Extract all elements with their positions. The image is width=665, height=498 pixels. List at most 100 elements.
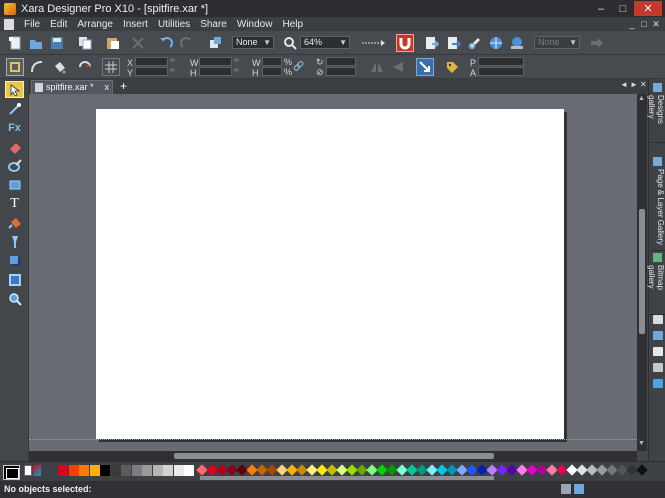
import-icon[interactable] — [423, 34, 441, 52]
horizontal-scroll-thumb[interactable] — [174, 453, 494, 459]
feather-select[interactable]: None ▼ — [232, 36, 274, 49]
menu-edit[interactable]: Edit — [45, 19, 72, 30]
height-field[interactable] — [199, 67, 232, 76]
eraser-tool-icon[interactable] — [5, 138, 24, 155]
y-position-field[interactable] — [135, 67, 168, 76]
status-view-icon[interactable] — [561, 484, 571, 494]
width-percent-field[interactable] — [262, 57, 282, 66]
scale-line-widths-icon[interactable] — [416, 58, 434, 76]
transform-icon[interactable] — [206, 34, 224, 52]
menu-file[interactable]: File — [19, 19, 45, 30]
paste-icon[interactable] — [104, 34, 122, 52]
vertical-scrollbar[interactable]: ▲ ▼ — [637, 94, 647, 451]
text-tool-icon[interactable]: T — [5, 195, 24, 212]
color-swatch[interactable] — [173, 465, 184, 476]
zoom-icon[interactable] — [281, 34, 299, 52]
tag-icon[interactable] — [443, 58, 461, 76]
save-icon[interactable] — [48, 34, 66, 52]
scroll-down-icon[interactable]: ▼ — [638, 440, 645, 447]
open-folder-icon[interactable] — [27, 34, 45, 52]
doc-close-button[interactable]: ✕ — [651, 19, 661, 29]
tab-spitfire[interactable]: spitfire.xar * x — [31, 80, 113, 94]
color-swatch[interactable] — [58, 465, 68, 476]
font-gallery-icon[interactable] — [653, 347, 663, 356]
x-stepper-icon[interactable]: ‹› — [170, 57, 175, 64]
color-swatch[interactable] — [142, 465, 152, 476]
selector-tool-icon[interactable] — [5, 81, 24, 98]
close-button[interactable]: ✕ — [634, 1, 662, 16]
bevel-tool-icon[interactable] — [5, 271, 24, 288]
color-swatch[interactable] — [89, 465, 100, 476]
skew-field[interactable] — [326, 67, 356, 76]
export-icon[interactable] — [445, 34, 463, 52]
status-snap-icon[interactable] — [574, 484, 584, 494]
fill-tool-icon[interactable] — [5, 214, 24, 231]
zoom-select[interactable]: 64% ▼ — [300, 36, 350, 49]
flip-icon[interactable] — [76, 58, 94, 76]
y-stepper-icon[interactable]: ‹› — [170, 67, 175, 74]
redo-icon[interactable] — [178, 34, 196, 52]
copy-icon[interactable] — [76, 34, 94, 52]
palette-scrollbar[interactable] — [200, 476, 494, 480]
color-swatch[interactable] — [636, 464, 648, 476]
color-swatch[interactable] — [79, 465, 89, 476]
doc-restore-button[interactable]: □ — [639, 19, 649, 29]
menu-insert[interactable]: Insert — [118, 19, 153, 30]
color-swatch[interactable] — [152, 465, 163, 476]
color-picker-icon[interactable] — [24, 465, 32, 476]
line-width-icon[interactable] — [360, 34, 388, 52]
menu-arrange[interactable]: Arrange — [72, 19, 118, 30]
scroll-up-icon[interactable]: ▲ — [638, 95, 645, 102]
lock-aspect-icon[interactable]: 🔗 — [293, 59, 304, 73]
frame-gallery-icon[interactable] — [653, 363, 663, 372]
color-swatch[interactable] — [110, 465, 121, 476]
line-gallery-icon[interactable] — [653, 315, 663, 324]
color-gallery-icon[interactable] — [653, 379, 663, 388]
snap-magnet-icon[interactable] — [396, 34, 414, 52]
position-name-field[interactable] — [478, 57, 524, 66]
tab-close-all-icon[interactable]: ✕ — [640, 80, 647, 89]
style-select[interactable]: None ▼ — [534, 36, 580, 49]
maximize-button[interactable]: □ — [612, 1, 634, 16]
publish-icon[interactable] — [508, 34, 526, 52]
menu-utilities[interactable]: Utilities — [153, 19, 195, 30]
doc-minimize-button[interactable]: _ — [627, 19, 637, 29]
drawing-canvas[interactable] — [29, 94, 637, 451]
minimize-button[interactable]: – — [590, 1, 612, 16]
color-editor-icon[interactable] — [33, 465, 41, 476]
no-color-swatch[interactable] — [3, 465, 20, 480]
tab-close-button[interactable]: x — [105, 81, 110, 93]
x-position-field[interactable] — [135, 57, 168, 66]
color-swatch[interactable] — [163, 465, 173, 476]
flip-horizontal-icon[interactable] — [368, 58, 386, 76]
contour-tool-icon[interactable] — [5, 100, 24, 117]
undo-icon[interactable] — [157, 34, 175, 52]
page-layer-gallery-tab[interactable]: Page & Layer Gallery — [650, 155, 665, 251]
fill-gallery-icon[interactable] — [653, 331, 663, 340]
delete-icon[interactable] — [129, 34, 147, 52]
color-swatch[interactable] — [184, 465, 194, 476]
shadow-tool-icon[interactable] — [5, 252, 24, 269]
color-swatch[interactable] — [68, 465, 79, 476]
horizontal-scrollbar[interactable] — [29, 451, 637, 461]
document-page[interactable] — [96, 109, 564, 439]
link-icon[interactable] — [466, 34, 484, 52]
w-stepper-icon[interactable]: ‹› — [234, 57, 239, 64]
tab-scroll-right-icon[interactable]: ► — [630, 80, 638, 89]
menu-help[interactable]: Help — [277, 19, 308, 30]
tab-scroll-left-icon[interactable]: ◄ — [620, 80, 628, 89]
designs-gallery-tab[interactable]: Designs gallery — [647, 81, 665, 143]
color-swatch[interactable] — [100, 465, 110, 476]
new-document-icon[interactable] — [6, 34, 24, 52]
color-swatch[interactable] — [121, 465, 131, 476]
menu-share[interactable]: Share — [195, 19, 232, 30]
color-swatch[interactable] — [131, 465, 142, 476]
fx-tool-icon[interactable]: Fx — [5, 119, 24, 136]
flip-vertical-icon[interactable] — [389, 58, 407, 76]
zoom-tool-icon[interactable] — [5, 290, 24, 307]
height-percent-field[interactable] — [262, 67, 282, 76]
rotate-handles-icon[interactable] — [28, 58, 46, 76]
menu-window[interactable]: Window — [232, 19, 278, 30]
web-preview-icon[interactable] — [487, 34, 505, 52]
fill-bucket-icon[interactable] — [50, 58, 68, 76]
